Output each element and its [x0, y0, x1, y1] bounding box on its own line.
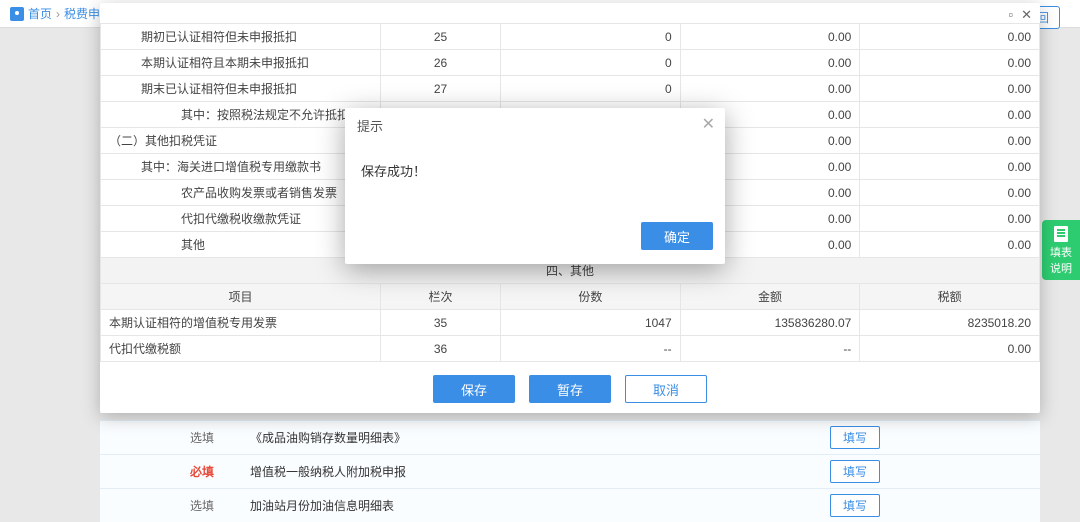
confirm-modal: 提示 ✕ 保存成功！ 确定 [345, 108, 725, 264]
modal-title: 提示 [357, 119, 383, 134]
modal-close-icon[interactable]: ✕ [702, 114, 715, 134]
modal-header: 提示 ✕ [345, 108, 725, 143]
modal-ok-button[interactable]: 确定 [641, 222, 713, 250]
modal-body: 保存成功！ [345, 143, 725, 214]
modal-footer: 确定 [345, 214, 725, 264]
